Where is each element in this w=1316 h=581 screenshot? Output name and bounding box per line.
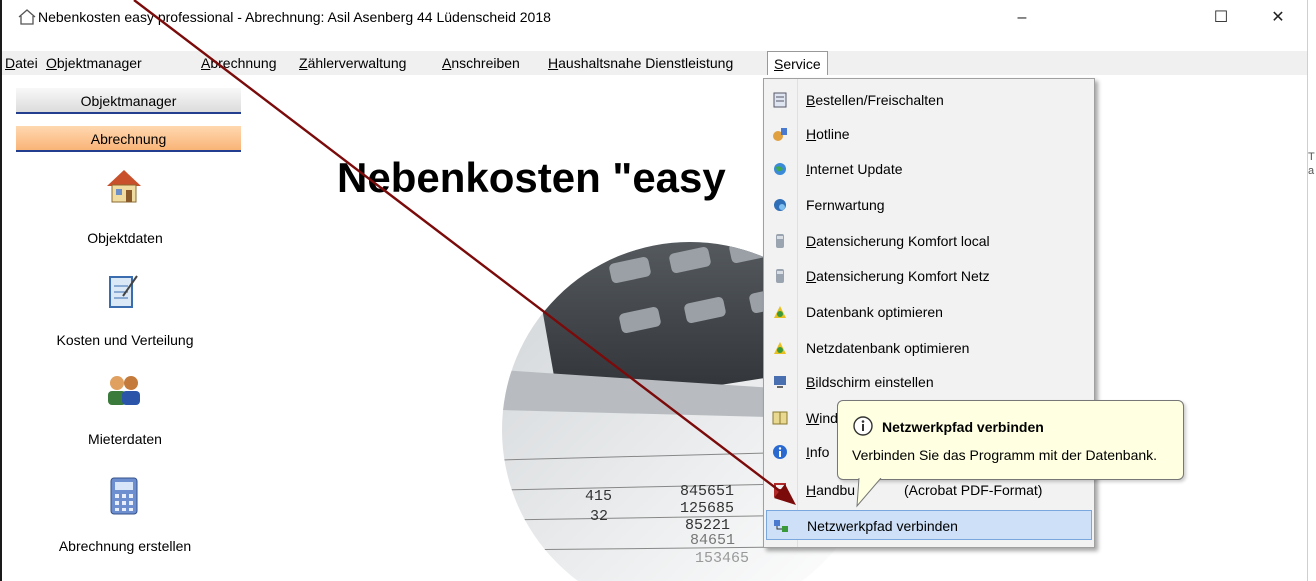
- annotation-arrow: [133, 0, 796, 505]
- window-right-border: [1307, 0, 1308, 581]
- clipped-edge-text: Ta: [1308, 151, 1315, 177]
